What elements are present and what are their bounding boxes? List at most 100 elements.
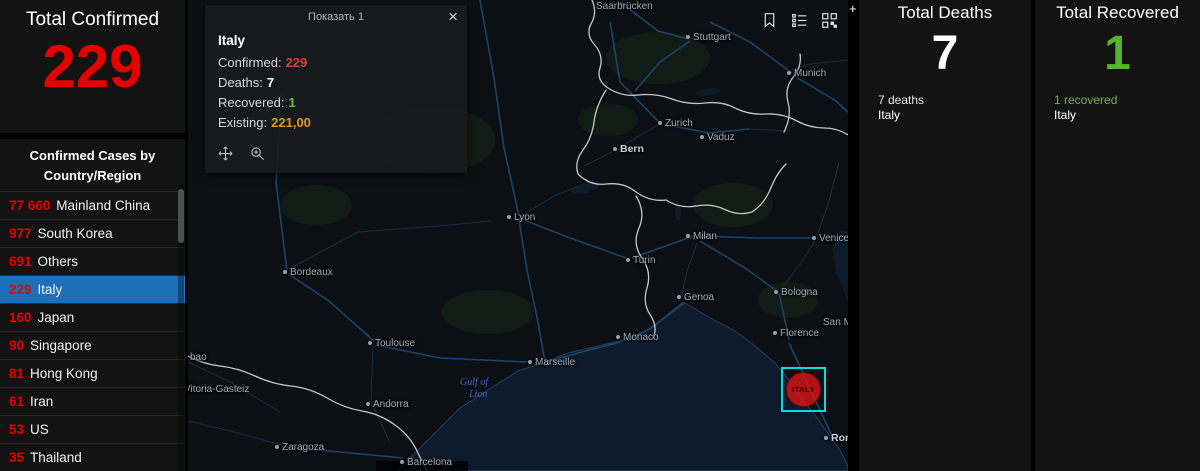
popup-field: Deaths: 7 [218, 73, 454, 93]
list-item[interactable]: 229 Italy [0, 275, 185, 303]
popup-field-label: Recovered: [218, 95, 285, 110]
map-label: Bordeaux [283, 267, 333, 278]
deaths-country-line: Italy [878, 108, 901, 122]
map-label: Lyon [507, 212, 535, 223]
list-scrollbar-thumb[interactable] [178, 189, 184, 243]
zoom-to-icon[interactable] [250, 146, 265, 166]
map-label: San Ma [823, 317, 848, 328]
total-deaths-title: Total Deaths [897, 3, 993, 22]
city-dot-icon [658, 121, 662, 126]
map-label: Gulf of [460, 377, 489, 388]
city-dot-icon [366, 402, 370, 407]
left-panel: Total Confirmed 229 Confirmed Cases by C… [0, 0, 185, 471]
country-list-header-line1: Confirmed Cases by [29, 148, 156, 163]
map-label: Lion [469, 389, 488, 400]
map-label: Marseille [528, 357, 575, 368]
recovered-country-line: Italy [1054, 108, 1077, 122]
basemap-icon[interactable] [819, 10, 840, 31]
selected-country-marker[interactable]: ITALY [781, 367, 826, 412]
map-popup: Показать 1 × Italy Confirmed: 229 Deaths:… [205, 5, 467, 173]
list-item[interactable]: 77 660 Mainland China [0, 191, 185, 219]
bookmark-icon[interactable] [759, 10, 780, 31]
country-count: 229 [9, 282, 32, 297]
total-confirmed-title: Total Confirmed [25, 9, 160, 30]
popup-country-name: Italy [218, 33, 246, 48]
popup-field-value: 221,00 [271, 115, 311, 130]
map-label: bao [190, 352, 207, 363]
total-deaths-value: 7 [931, 27, 959, 80]
map-area[interactable]: Saarbrücken Stuttgart Munich Zurich Vaduz Ber… [188, 0, 848, 471]
list-item[interactable]: 160 Japan [0, 303, 185, 331]
app-root: Total Confirmed 229 Confirmed Cases by C… [0, 0, 1200, 471]
popup-tools [218, 146, 265, 166]
country-name: Thailand [30, 450, 82, 465]
country-name: Japan [37, 310, 75, 325]
country-name: Hong Kong [30, 366, 98, 381]
list-item[interactable]: 81 Hong Kong [0, 359, 185, 387]
total-deaths-panel: Total Deaths 7 7 deaths Italy [859, 0, 1031, 471]
map-label: Toulouse [368, 338, 415, 349]
map-label: Vitoria-Gasteiz [188, 384, 250, 395]
popup-field-value: 1 [288, 95, 296, 110]
country-list: 77 660 Mainland China 977 South Korea 69… [0, 191, 185, 471]
list-item[interactable]: 53 US [0, 415, 185, 443]
country-name: South Korea [37, 226, 113, 241]
country-list-header-line2: Country/Region [43, 167, 142, 183]
city-dot-icon [677, 295, 681, 300]
city-dot-icon [400, 460, 404, 465]
city-dot-icon [283, 270, 287, 275]
city-dot-icon [774, 290, 778, 295]
popup-field-value: 7 [266, 75, 275, 90]
total-recovered-title: Total Recovered [1056, 3, 1179, 22]
popup-field-label: Confirmed: [218, 55, 282, 70]
list-item[interactable]: 61 Iran [0, 387, 185, 415]
country-name: US [30, 422, 49, 437]
country-count: 160 [9, 310, 32, 325]
list-scrollbar-track[interactable] [178, 185, 184, 471]
popup-header: Показать 1 × [205, 5, 467, 30]
popup-field-label: Deaths: [218, 75, 263, 90]
legend-icon[interactable] [789, 10, 810, 31]
map-label: Rome [824, 432, 848, 444]
close-icon[interactable]: × [448, 7, 458, 27]
city-dot-icon [616, 335, 620, 340]
expand-panel-button[interactable]: + [849, 1, 857, 16]
list-item[interactable]: 90 Singapore [0, 331, 185, 359]
map-label: Munich [787, 68, 826, 79]
case-bubble-label: ITALY [792, 385, 815, 394]
country-name: Iran [30, 394, 54, 409]
map-label: Zurich [658, 118, 693, 129]
city-dot-icon [368, 341, 372, 346]
panel-divider-strip: + [848, 0, 859, 471]
total-recovered-panel: Total Recovered 1 1 recovered Italy [1035, 0, 1200, 471]
city-dot-icon [812, 236, 816, 241]
city-dot-icon [275, 445, 279, 450]
city-dot-icon [787, 71, 791, 76]
popup-field: Existing: 221,00 [218, 113, 454, 133]
case-bubble[interactable]: ITALY [786, 372, 821, 407]
list-item[interactable]: 977 South Korea [0, 219, 185, 247]
map-label: Barcelona [400, 457, 452, 468]
pan-icon[interactable] [218, 146, 233, 166]
map-label: Andorra [366, 399, 409, 410]
map-label: Genoa [677, 292, 714, 303]
popup-field: Confirmed: 229 [218, 53, 454, 73]
country-name: Singapore [30, 338, 92, 353]
popup-body: Italy Confirmed: 229 Deaths: 7 Recovered: 1… [205, 30, 467, 133]
city-dot-icon [700, 135, 704, 140]
map-label: Bern [613, 143, 644, 155]
popup-field-label: Existing: [218, 115, 268, 130]
city-dot-icon [528, 360, 532, 365]
list-item[interactable]: 691 Others [0, 247, 185, 275]
map-label: Milan [686, 231, 717, 242]
country-count: 81 [9, 366, 25, 381]
map-label: Zaragoza [275, 442, 324, 453]
map-label: Bologna [774, 287, 818, 298]
list-item[interactable]: 35 Thailand [0, 443, 185, 471]
popup-field-value: 229 [285, 55, 308, 70]
city-dot-icon [686, 35, 690, 40]
map-label: Stuttgart [686, 32, 731, 43]
city-dot-icon [613, 147, 617, 152]
map-toolbar [759, 10, 840, 31]
country-name: Italy [37, 282, 63, 297]
